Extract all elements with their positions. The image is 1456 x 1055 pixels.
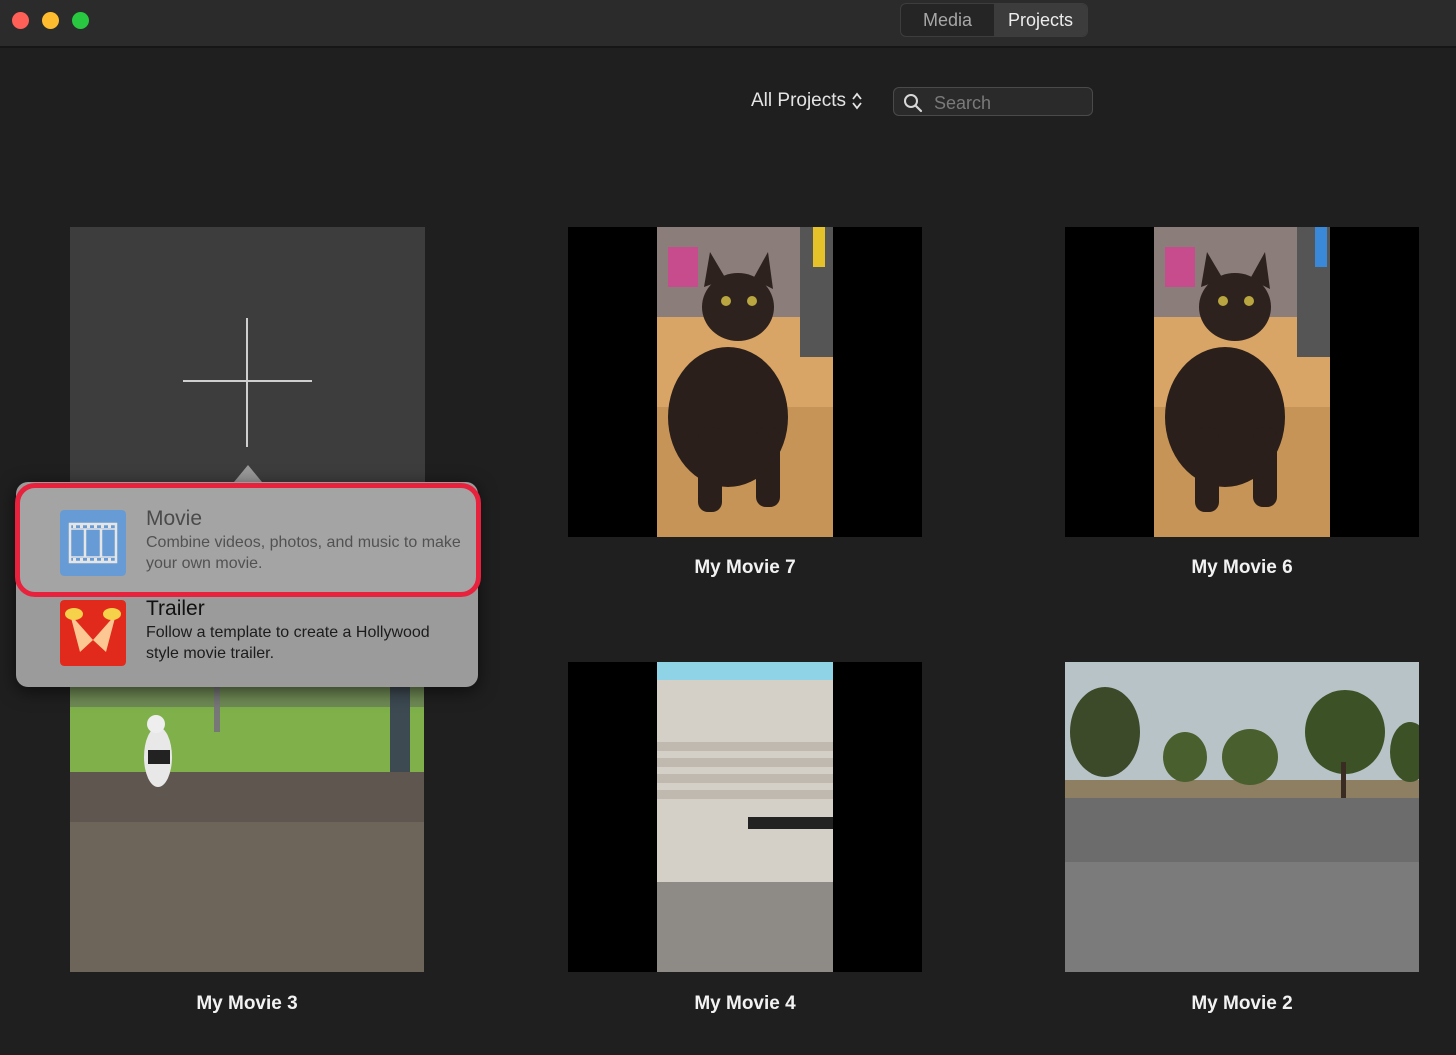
cat-photo-thumbnail xyxy=(657,227,833,537)
trailer-title: Trailer xyxy=(146,597,205,620)
view-switcher: Media Projects xyxy=(900,3,1088,37)
project-thumbnail-my-movie-4[interactable] xyxy=(568,662,922,972)
trailer-description: Follow a template to create a Hollywood … xyxy=(146,624,430,662)
menu-item-trailer[interactable]: Trailer Follow a template to create a Ho… xyxy=(16,592,446,682)
project-title: My Movie 6 xyxy=(1191,557,1293,578)
tab-projects[interactable]: Projects xyxy=(994,4,1087,36)
close-window-button[interactable] xyxy=(12,12,29,29)
flooded-field-trees-thumbnail xyxy=(1065,662,1419,972)
project-title: My Movie 7 xyxy=(694,557,796,578)
project-title: My Movie 4 xyxy=(694,993,796,1014)
new-project-tile[interactable] xyxy=(70,227,425,487)
minimize-window-button[interactable] xyxy=(42,12,59,29)
search-input[interactable] xyxy=(932,90,1086,116)
title-bar: Media Projects xyxy=(0,0,1456,48)
search-field[interactable] xyxy=(893,87,1093,116)
project-title: My Movie 3 xyxy=(196,993,298,1014)
popup-arrow xyxy=(234,465,262,482)
cat-photo-thumbnail xyxy=(1154,227,1330,537)
trailer-spotlight-icon xyxy=(60,600,126,666)
zoom-window-button[interactable] xyxy=(72,12,89,29)
project-thumbnail-my-movie-7[interactable] xyxy=(568,227,922,537)
project-thumbnail-my-movie-6[interactable] xyxy=(1065,227,1419,537)
flooded-park-dog-thumbnail xyxy=(70,662,424,972)
macintosh-computer-thumbnail xyxy=(657,662,833,972)
movie-option-highlight xyxy=(15,483,481,597)
project-thumbnail-my-movie-2[interactable] xyxy=(1065,662,1419,972)
projects-filter-dropdown[interactable]: All Projects xyxy=(751,90,862,112)
up-down-chevron-icon xyxy=(852,92,862,110)
project-title: My Movie 2 xyxy=(1191,993,1293,1014)
search-icon xyxy=(904,94,923,113)
tab-media[interactable]: Media xyxy=(901,4,994,36)
filter-label: All Projects xyxy=(751,90,847,111)
project-thumbnail-my-movie-3[interactable] xyxy=(70,662,424,972)
